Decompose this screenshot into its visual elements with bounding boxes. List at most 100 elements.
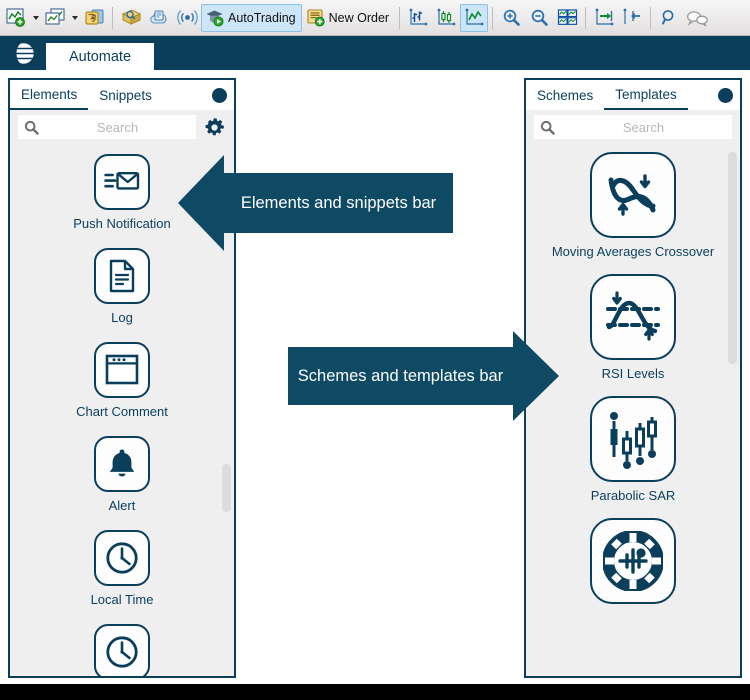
cloud-storage-button[interactable] <box>145 4 173 32</box>
left-panel-menu-button[interactable] <box>204 80 234 110</box>
rsi-levels-tile[interactable] <box>590 273 676 360</box>
app-logo <box>0 36 46 70</box>
svg-text:$: $ <box>91 14 96 24</box>
log-tile[interactable] <box>94 247 150 304</box>
arrow-right-icon <box>513 331 559 421</box>
market-watch-icon <box>121 9 141 25</box>
application-tab-strip: Automate <box>0 36 750 70</box>
crosshair-button[interactable] <box>655 4 683 32</box>
parabolic-sar-icon <box>610 411 657 469</box>
bar-chart-button[interactable] <box>404 4 432 32</box>
bar-chart-icon <box>409 8 427 25</box>
list-item-label: Parabolic SAR <box>590 487 676 503</box>
new-order-icon <box>307 9 325 27</box>
line-chart-icon <box>465 8 483 25</box>
candlestick-chart-button[interactable] <box>432 4 460 32</box>
right-scrollbar-thumb[interactable] <box>728 152 737 364</box>
tab-schemes[interactable]: Schemes <box>526 80 605 110</box>
comments-button[interactable] <box>683 4 711 32</box>
list-item[interactable]: Log <box>10 247 234 326</box>
parabolic-sar-tile[interactable] <box>590 395 676 482</box>
push-notification-tile[interactable] <box>94 154 150 210</box>
auto-scroll-icon <box>595 8 613 25</box>
panel-menu-dot-icon <box>717 87 733 103</box>
autotrading-button[interactable]: AutoTrading <box>201 3 302 32</box>
tab-automate[interactable]: Automate <box>46 43 154 70</box>
line-chart-button[interactable] <box>460 3 489 32</box>
cloud-storage-icon <box>149 10 166 24</box>
autotrading-icon <box>206 10 224 27</box>
main-toolbar: $ AutoTrading New Order <box>0 0 750 36</box>
tab-snippets[interactable]: Snippets <box>88 80 163 110</box>
tile-windows-button[interactable] <box>553 4 581 32</box>
chart-comment-tile[interactable] <box>94 341 150 398</box>
left-search-box[interactable]: Search <box>18 115 196 139</box>
accounts-button[interactable]: $ <box>80 4 108 32</box>
list-item[interactable]: Chart Comment <box>10 341 234 420</box>
market-watch-button[interactable] <box>117 4 145 32</box>
new-chart-button[interactable] <box>2 4 30 32</box>
list-item-label: Chart Comment <box>76 403 168 419</box>
tab-templates[interactable]: Templates <box>604 80 688 110</box>
stochastic-tile[interactable] <box>590 517 676 604</box>
zoom-in-button[interactable] <box>497 4 525 32</box>
chart-window-icon <box>44 8 65 25</box>
clock-icon <box>106 636 138 668</box>
list-item[interactable]: Alert <box>10 435 234 514</box>
chart-window-dropdown-caret[interactable] <box>69 5 80 31</box>
right-panel-scrollbar[interactable] <box>728 144 737 672</box>
alert-bell-icon <box>109 449 135 477</box>
moving-averages-crossover-icon <box>608 174 656 216</box>
tab-elements[interactable]: Elements <box>10 80 89 110</box>
panel-menu-dot-icon <box>211 87 227 103</box>
right-search-row: Search <box>526 110 740 144</box>
new-order-label: New Order <box>328 10 390 25</box>
chart-window-button[interactable] <box>41 4 69 32</box>
local-time-clock-icon <box>106 542 138 574</box>
toolbar-separator <box>399 6 401 29</box>
search-icon <box>540 120 555 135</box>
list-item[interactable] <box>10 623 234 676</box>
right-panel-menu-button[interactable] <box>710 80 740 110</box>
toolbar-separator <box>650 6 652 29</box>
list-item[interactable]: Local Time <box>10 529 234 608</box>
left-panel-tabs: Elements Snippets <box>10 80 234 110</box>
callout-elements-snippets: Elements and snippets bar <box>178 155 453 251</box>
callout-schemes-templates-label: Schemes and templates bar <box>288 347 513 405</box>
signals-button[interactable] <box>173 4 201 32</box>
rsi-levels-icon <box>606 291 660 341</box>
chart-comment-icon <box>105 355 139 385</box>
tab-automate-label: Automate <box>68 48 132 65</box>
list-item-label: Push Notification <box>73 216 171 231</box>
list-item[interactable] <box>526 517 740 611</box>
gear-icon <box>205 117 224 135</box>
local-time-tile[interactable] <box>94 529 150 586</box>
toolbar-separator <box>585 6 587 29</box>
moving-averages-crossover-tile[interactable] <box>590 152 676 238</box>
tile-windows-icon <box>557 9 577 25</box>
tab-schemes-label: Schemes <box>537 87 594 103</box>
zoom-out-icon <box>531 9 548 26</box>
tab-snippets-label: Snippets <box>99 87 152 103</box>
left-tabs-spacer <box>163 80 204 110</box>
crosshair-icon <box>661 9 673 24</box>
candlestick-chart-icon <box>437 8 455 25</box>
zoom-out-button[interactable] <box>525 4 553 32</box>
alert-tile[interactable] <box>94 435 150 492</box>
list-item[interactable]: Moving Averages Crossover <box>526 152 740 260</box>
right-search-box[interactable]: Search <box>534 115 732 139</box>
auto-scroll-button[interactable] <box>590 4 618 32</box>
tab-templates-label: Templates <box>615 86 677 102</box>
left-scrollbar-thumb[interactable] <box>222 464 231 512</box>
application-window: $ AutoTrading New Order Automate Element… <box>0 0 750 700</box>
list-item-label: RSI Levels <box>601 365 665 381</box>
chart-shift-button[interactable] <box>618 4 646 32</box>
new-chart-dropdown-caret[interactable] <box>30 5 41 31</box>
list-item-label: Alert <box>108 497 136 513</box>
arrow-left-icon <box>178 155 224 251</box>
left-panel-settings-button[interactable] <box>202 115 226 139</box>
callout-schemes-templates: Schemes and templates bar <box>288 331 559 421</box>
new-order-button[interactable]: New Order <box>302 4 395 32</box>
clock-tile[interactable] <box>94 623 150 676</box>
stochastic-wheel-icon <box>603 530 663 591</box>
